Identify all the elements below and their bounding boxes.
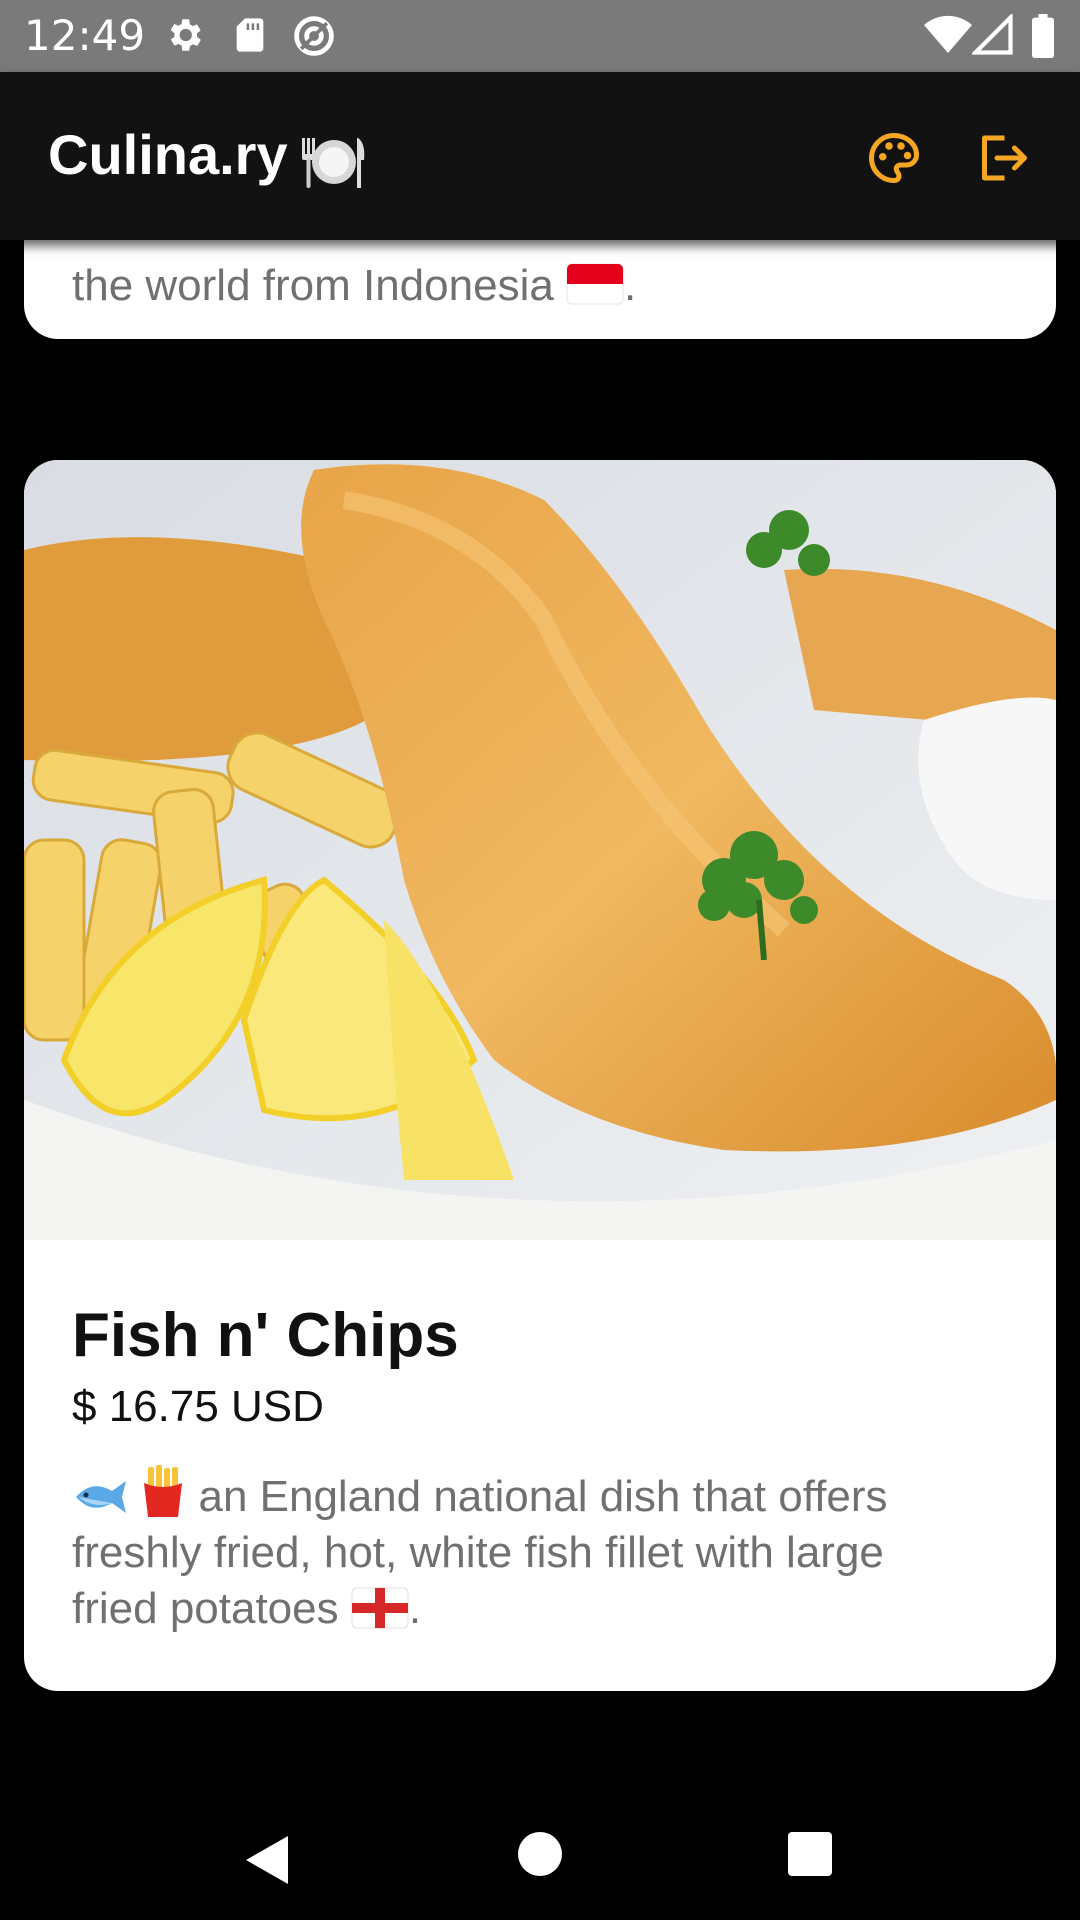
recents-icon[interactable] [786, 1830, 834, 1878]
home-icon[interactable] [516, 1830, 564, 1878]
dish-name: Fish n' Chips [72, 1301, 459, 1370]
fish-icon [76, 1481, 126, 1513]
dish-description: an England national dish that offers fre… [72, 1465, 1012, 1637]
back-icon[interactable] [240, 1830, 296, 1890]
status-time: 12:49 [24, 11, 146, 60]
flag-england-icon [351, 1587, 409, 1629]
dish-description: the world from Indonesia . [72, 261, 637, 310]
fries-icon [144, 1465, 183, 1517]
logout-icon[interactable] [972, 128, 1032, 188]
fish-and-chips-photo [24, 460, 1056, 1240]
navigation-bar [0, 1800, 1080, 1920]
flag-indonesia-icon [566, 263, 624, 305]
wifi-icon [924, 15, 972, 53]
plate-cutlery-icon [302, 138, 365, 188]
status-bar: 12:49 [0, 0, 1080, 72]
gear-icon [170, 19, 201, 51]
sd-card-icon [236, 18, 264, 52]
signal-icon [972, 14, 1013, 55]
app-title: Culina.ry [48, 123, 288, 186]
dish-list[interactable]: the world from Indonesia . Fish n' Chips… [0, 240, 1080, 1800]
dish-price: $ 16.75 USD [72, 1382, 324, 1431]
dish-card[interactable]: Fish n' Chips $ 16.75 USD an England nat… [24, 460, 1056, 1691]
at-sign-icon [294, 16, 334, 56]
battery-icon [1032, 14, 1054, 58]
dish-card[interactable]: the world from Indonesia . [24, 240, 1056, 339]
palette-icon[interactable] [864, 128, 924, 188]
